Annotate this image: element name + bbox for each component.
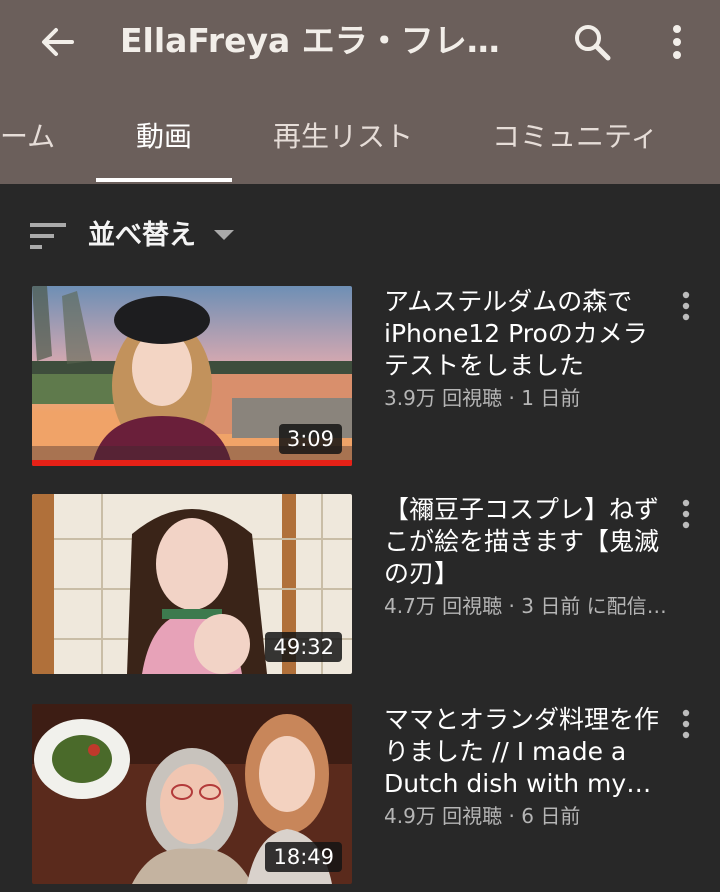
channel-tabs: ーム 動画 再生リスト コミュニティ (0, 100, 720, 184)
sort-icon (30, 223, 66, 249)
tab-playlists[interactable]: 再生リスト (273, 100, 413, 184)
sort-label: 並べ替え (88, 220, 196, 251)
active-tab-indicator (96, 178, 232, 182)
video-meta: 3.9万 回視聴 · 1 日前 (384, 386, 581, 410)
video-title[interactable]: 【禰豆子コスプレ】ねずこが絵を描きます【鬼滅の刃】 (384, 494, 666, 590)
video-duration: 3:09 (278, 424, 342, 454)
more-vert-icon[interactable] (672, 496, 700, 532)
arrow-back-icon[interactable] (36, 20, 80, 64)
more-vert-icon[interactable] (655, 20, 699, 64)
video-title[interactable]: ママとオランダ料理を作りました // I made a Dutch dish w… (384, 704, 666, 800)
channel-title: EllaFreya エラ・フレイヤ (120, 21, 530, 60)
tab-home[interactable]: ーム (0, 100, 55, 184)
app-bar: EllaFreya エラ・フレイヤ ーム 動画 再生リスト コミュニティ (0, 0, 720, 184)
search-icon[interactable] (570, 20, 614, 64)
video-meta: 4.9万 回視聴 · 6 日前 (384, 804, 581, 828)
video-meta: 4.7万 回視聴 · 3 日前 に配信済み (384, 594, 674, 618)
watch-progress-bar (32, 460, 352, 466)
chevron-down-icon (214, 230, 234, 240)
more-vert-icon[interactable] (672, 706, 700, 742)
tab-community[interactable]: コミュニティ (492, 100, 658, 184)
video-item[interactable]: 3:09 アムステルダムの森でiPhone12 Proのカメラテストをしました … (0, 286, 720, 476)
tab-videos[interactable]: 動画 (96, 100, 232, 184)
video-thumbnail[interactable]: 49:32 (32, 494, 352, 674)
video-item[interactable]: 18:49 ママとオランダ料理を作りました // I made a Dutch … (0, 704, 720, 892)
more-vert-icon[interactable] (672, 288, 700, 324)
video-thumbnail[interactable]: 3:09 (32, 286, 352, 466)
video-duration: 18:49 (265, 842, 342, 872)
video-title[interactable]: アムステルダムの森でiPhone12 Proのカメラテストをしました (384, 286, 666, 382)
sort-control[interactable]: 並べ替え (0, 208, 720, 268)
video-thumbnail[interactable]: 18:49 (32, 704, 352, 884)
video-duration: 49:32 (265, 632, 342, 662)
video-item[interactable]: 49:32 【禰豆子コスプレ】ねずこが絵を描きます【鬼滅の刃】 4.7万 回視聴… (0, 494, 720, 684)
